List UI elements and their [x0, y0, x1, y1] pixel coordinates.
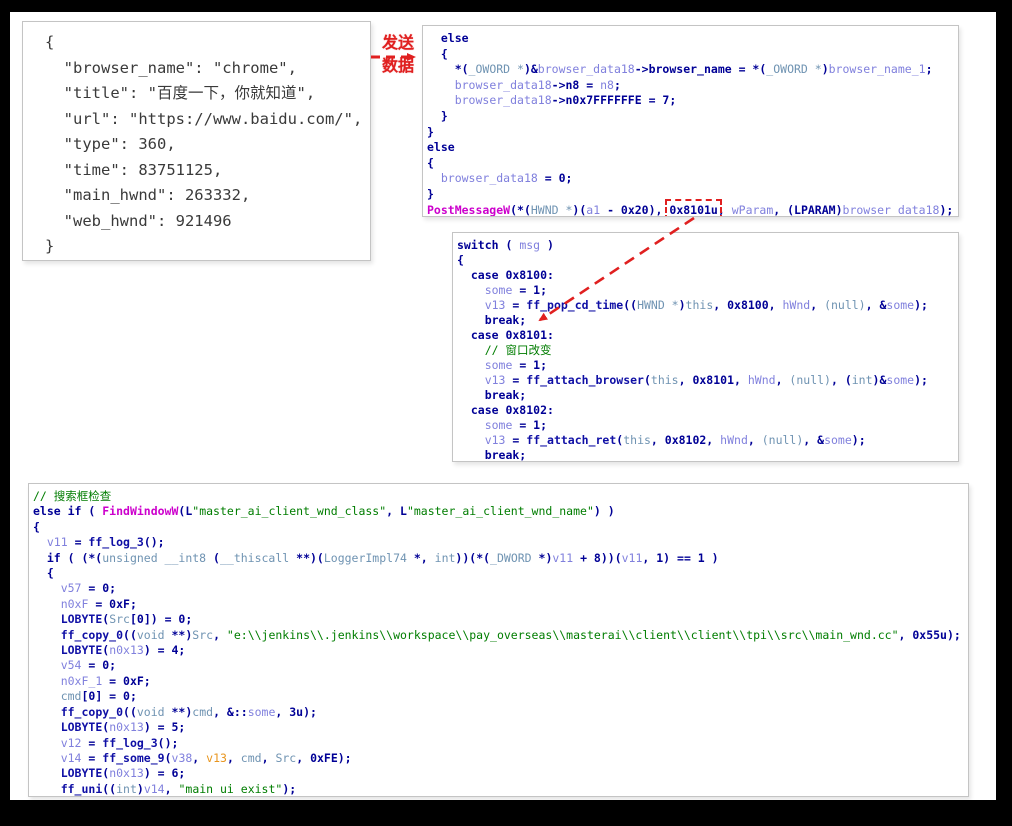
send-data-annotation: 发送 数据: [374, 31, 422, 77]
code-panel-postmessage: else { *(_OWORD *)&browser_data18->brows…: [422, 25, 959, 217]
code-panel-findwindow-check: // 搜索框检查 else if ( FindWindowW(L"master_a…: [28, 483, 969, 797]
json-message-panel: { "browser_name": "chrome", "title": "百度…: [22, 21, 371, 261]
reverse-engineering-notes: { "browser_name": "chrome", "title": "百度…: [0, 0, 1012, 826]
send-data-label-line1: 发送: [381, 33, 414, 52]
white-canvas: { "browser_name": "chrome", "title": "百度…: [10, 12, 996, 800]
code-panel-message-switch: switch ( msg ){ case 0x8100: some = 1; v…: [452, 232, 959, 462]
send-data-label-line2: 数据: [381, 56, 414, 75]
